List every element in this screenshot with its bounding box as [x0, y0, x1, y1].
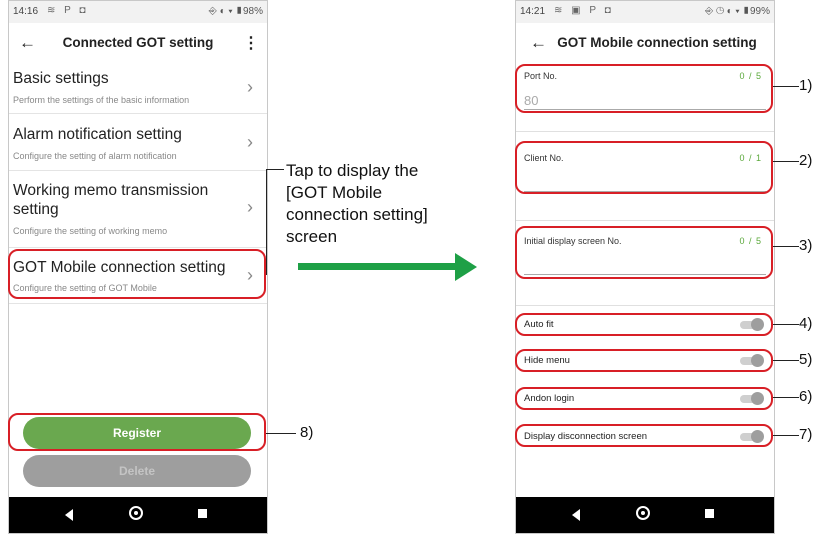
android-nav-bar — [516, 497, 774, 533]
connector-line — [266, 169, 284, 170]
callout-line — [266, 433, 296, 434]
menu-item-subtitle: Configure the setting of working memo — [13, 226, 168, 236]
right-arrow-icon — [298, 263, 456, 270]
status-time: 14:16 — [13, 6, 39, 17]
highlight-auto-fit — [515, 313, 773, 336]
callout-3: 3) — [799, 237, 813, 254]
status-bar: 14:21 ≋ ▣ P ◘ ⎆ ◷ ◐ ▾ ▮99% — [516, 1, 774, 23]
highlight-client-no — [515, 141, 773, 194]
highlight-got-mobile-item — [8, 249, 266, 299]
nav-back-icon[interactable] — [65, 509, 73, 521]
page-title: Connected GOT setting — [62, 35, 214, 50]
nav-home-icon[interactable] — [636, 506, 650, 520]
status-time: 14:21 — [520, 6, 546, 17]
menu-item-subtitle: Configure the setting of alarm notificat… — [13, 151, 177, 161]
chevron-right-icon: › — [247, 132, 253, 152]
callout-line — [773, 161, 799, 162]
app-bar: ← Connected GOT setting ⋮ — [9, 23, 267, 65]
instruction-line: screen — [286, 227, 338, 246]
instruction-line: Tap to display the — [286, 161, 419, 180]
callout-line — [773, 435, 799, 436]
callout-4: 4) — [799, 315, 813, 332]
nav-home-icon[interactable] — [129, 506, 143, 520]
highlight-display-disconnection — [515, 424, 773, 447]
right-arrow-head-icon — [455, 253, 477, 281]
instruction-text: Tap to display the [GOT Mobile connectio… — [286, 160, 486, 248]
menu-item-title: Working memo transmission setting — [13, 182, 209, 218]
highlight-hide-menu — [515, 349, 773, 372]
highlight-register-button — [8, 413, 266, 451]
highlight-initial-display — [515, 226, 773, 279]
callout-7: 7) — [799, 426, 813, 443]
callout-6: 6) — [799, 388, 813, 405]
menu-item-alarm-notification[interactable]: Alarm notification setting Configure the… — [9, 114, 267, 171]
instruction-line: [GOT Mobile — [286, 183, 383, 202]
battery-indicator: ⎆ ◐ ▾ ▮98% — [208, 6, 263, 17]
app-bar: ← GOT Mobile connection setting — [516, 23, 774, 65]
callout-line — [773, 324, 799, 325]
callout-5: 5) — [799, 351, 813, 368]
more-vert-icon[interactable]: ⋮ — [243, 33, 259, 53]
chevron-right-icon: › — [247, 197, 253, 217]
menu-item-basic-settings[interactable]: Basic settings Perform the settings of t… — [9, 65, 267, 114]
callout-line — [773, 397, 799, 398]
callout-line — [773, 246, 799, 247]
nav-back-icon[interactable] — [572, 509, 580, 521]
menu-item-title: Alarm notification setting — [13, 126, 182, 143]
nav-recents-icon[interactable] — [705, 509, 714, 518]
nav-recents-icon[interactable] — [198, 509, 207, 518]
highlight-andon-login — [515, 387, 773, 410]
status-bar: 14:16 ≋ P ◘ ⎆ ◐ ▾ ▮98% — [9, 1, 267, 23]
notification-icons: ≋ P ◘ — [47, 5, 89, 16]
chevron-right-icon: › — [247, 77, 253, 97]
callout-8: 8) — [300, 424, 314, 441]
menu-item-title: Basic settings — [13, 70, 109, 87]
connector-line — [266, 169, 267, 275]
android-nav-bar — [9, 497, 267, 533]
callout-line — [773, 86, 799, 87]
page-title: GOT Mobile connection setting — [557, 35, 757, 50]
menu-item-subtitle: Perform the settings of the basic inform… — [13, 95, 190, 105]
notification-icons: ≋ ▣ P ◘ — [554, 5, 614, 16]
callout-1: 1) — [799, 77, 813, 94]
delete-button[interactable]: Delete — [23, 455, 251, 487]
callout-line — [773, 360, 799, 361]
battery-indicator: ⎆ ◷ ◐ ▾ ▮99% — [705, 6, 770, 17]
instruction-line: connection setting] — [286, 205, 428, 224]
highlight-port-no — [515, 64, 773, 113]
menu-item-working-memo[interactable]: Working memo transmission setting Config… — [9, 171, 267, 248]
callout-2: 2) — [799, 152, 813, 169]
